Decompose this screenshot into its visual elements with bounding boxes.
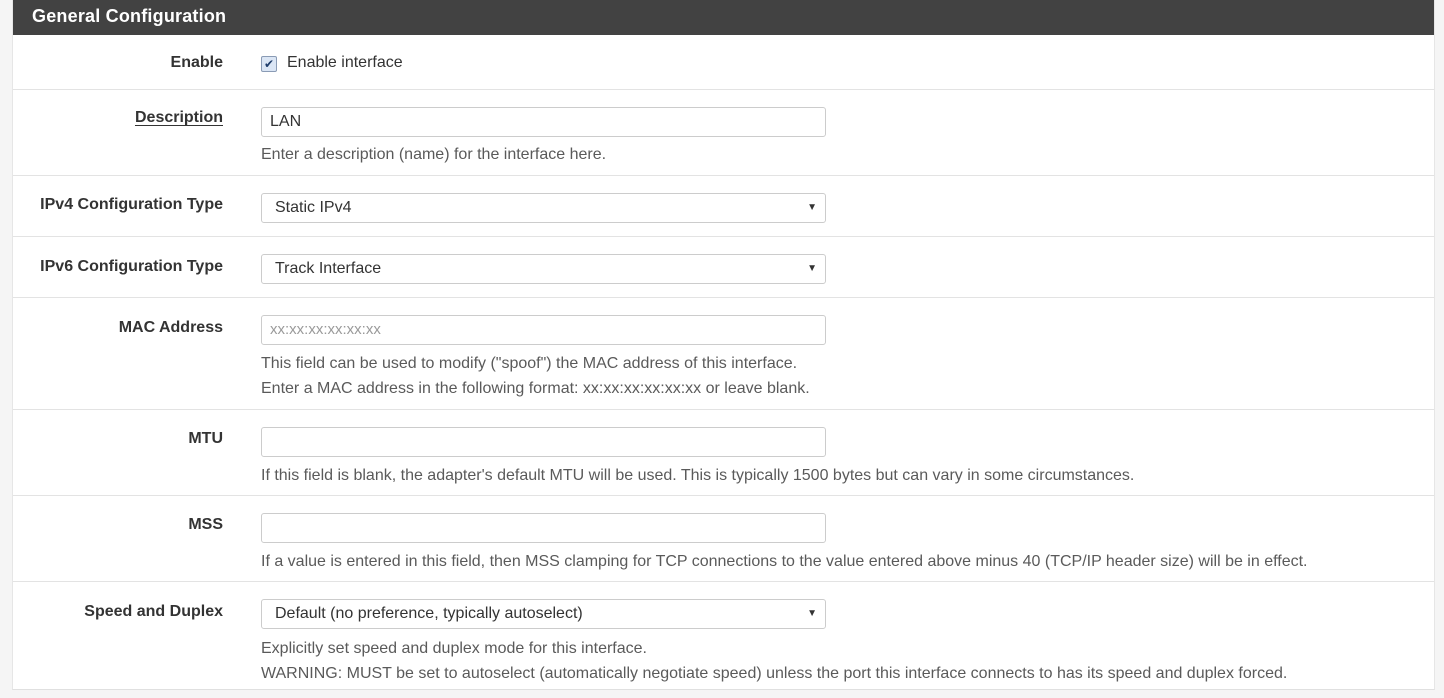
mac-field-wrap [261, 315, 826, 345]
speed-selected-value: Default (no preference, typically autose… [275, 605, 583, 622]
row-mss: MSS If a value is entered in this field,… [13, 495, 1434, 581]
speed-duplex-label: Speed and Duplex [84, 603, 223, 620]
enable-interface-checkbox[interactable]: ✔ [261, 56, 277, 72]
mss-input[interactable] [261, 513, 826, 543]
description-help-text: Enter a description (name) for the inter… [261, 146, 607, 163]
mss-label: MSS [188, 516, 223, 533]
mac-help-line-2: Enter a MAC address in the following for… [261, 380, 810, 397]
ipv4-selected-value: Static IPv4 [275, 199, 352, 216]
speed-duplex-select[interactable]: Default (no preference, typically autose… [261, 599, 826, 629]
description-label-text: Description [134, 109, 223, 126]
mss-help-text: If a value is entered in this field, the… [261, 553, 1308, 570]
row-mtu: MTU If this field is blank, the adapter'… [13, 409, 1434, 495]
mac-address-input[interactable] [261, 315, 826, 345]
row-description: Description Enter a description (name) f… [13, 89, 1434, 175]
ipv4-select-wrap: Static IPv4 ▼ [261, 193, 826, 223]
chevron-down-icon: ▼ [807, 608, 817, 619]
ipv6-selected-value: Track Interface [275, 260, 382, 277]
general-configuration-panel: General Configuration Enable ✔ Enable in… [12, 0, 1435, 690]
chevron-down-icon: ▼ [807, 263, 817, 274]
row-mac-address: MAC Address This field can be used to mo… [13, 297, 1434, 409]
checkmark-icon: ✔ [263, 57, 275, 71]
ipv6-select-wrap: Track Interface ▼ [261, 254, 826, 284]
description-field-wrap [261, 107, 826, 137]
mtu-label: MTU [188, 430, 223, 447]
row-ipv6-config-type: IPv6 Configuration Type Track Interface … [13, 236, 1434, 297]
mtu-help-text: If this field is blank, the adapter's de… [261, 467, 1135, 484]
mtu-input[interactable] [261, 427, 826, 457]
ipv6-config-type-select[interactable]: Track Interface ▼ [261, 254, 826, 284]
description-label: Description [13, 109, 223, 127]
chevron-down-icon: ▼ [807, 202, 817, 213]
speed-select-wrap: Default (no preference, typically autose… [261, 599, 826, 629]
ipv6-config-type-label: IPv6 Configuration Type [40, 258, 223, 275]
enable-label: Enable [170, 54, 223, 71]
enable-interface-label[interactable]: Enable interface [287, 54, 403, 72]
ipv4-config-type-select[interactable]: Static IPv4 ▼ [261, 193, 826, 223]
mss-field-wrap [261, 513, 826, 543]
speed-help-line-1: Explicitly set speed and duplex mode for… [261, 640, 647, 657]
row-ipv4-config-type: IPv4 Configuration Type Static IPv4 ▼ [13, 175, 1434, 236]
ipv4-config-type-label: IPv4 Configuration Type [40, 196, 223, 213]
speed-help-line-2: WARNING: MUST be set to autoselect (auto… [261, 665, 1288, 682]
mtu-field-wrap [261, 427, 826, 457]
panel-title: General Configuration [13, 0, 1434, 35]
mac-address-label: MAC Address [118, 319, 223, 336]
row-speed-duplex: Speed and Duplex Default (no preference,… [13, 581, 1434, 690]
mac-help-line-1: This field can be used to modify ("spoof… [261, 355, 798, 372]
description-input[interactable] [261, 107, 826, 137]
row-enable: Enable ✔ Enable interface [13, 35, 1434, 89]
